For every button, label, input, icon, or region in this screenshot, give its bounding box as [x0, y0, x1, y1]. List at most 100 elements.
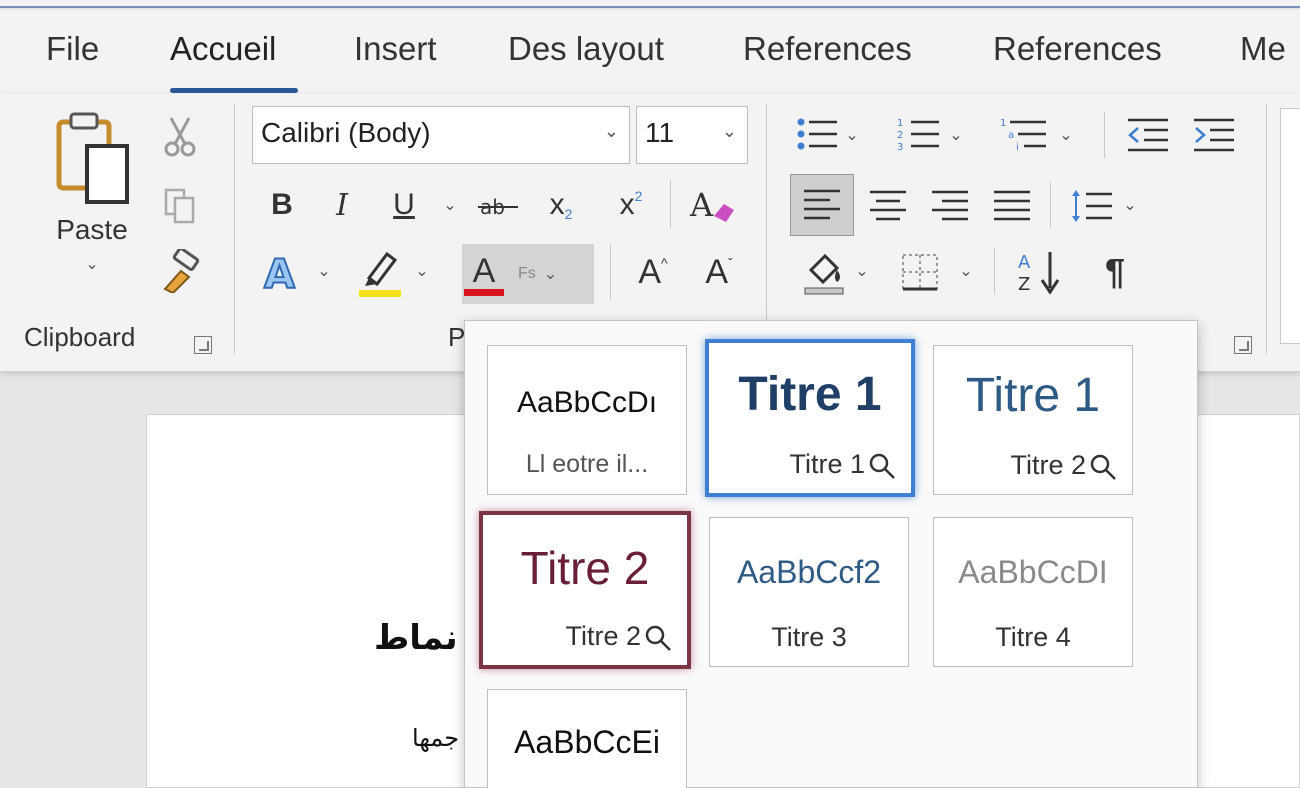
- align-left-button[interactable]: [790, 174, 854, 236]
- subscript-button[interactable]: x2: [536, 180, 586, 230]
- subscript-mark-icon: 2: [564, 206, 573, 222]
- group-separator: [994, 248, 995, 294]
- shading-chevron-icon[interactable]: ⌄: [852, 256, 872, 286]
- clipboard-launcher-icon[interactable]: [194, 336, 212, 354]
- format-painter-button[interactable]: [156, 246, 206, 296]
- svg-text:Z: Z: [1018, 274, 1030, 295]
- word-window: File Accueil Insert Des layout Reference…: [0, 0, 1300, 788]
- increase-indent-button[interactable]: [1186, 110, 1242, 158]
- underline-chevron-icon[interactable]: ⌄: [440, 190, 460, 220]
- font-size-select[interactable]: 11 ⌄: [636, 106, 748, 164]
- group-separator: [1104, 112, 1105, 158]
- italic-button[interactable]: I: [322, 180, 362, 230]
- borders-button[interactable]: [892, 244, 948, 300]
- highlight-button[interactable]: [352, 244, 408, 300]
- active-tab-indicator: [170, 88, 298, 93]
- superscript-letter: x: [619, 188, 635, 221]
- paragraph-launcher-icon[interactable]: [1234, 336, 1252, 354]
- format-painter-icon: [163, 249, 200, 293]
- style-name: Titre 4: [995, 622, 1071, 652]
- style-preview: Titre 1: [965, 369, 1101, 422]
- borders-chevron-icon[interactable]: ⌄: [956, 256, 976, 286]
- bullets-chevron-icon[interactable]: ⌄: [842, 120, 862, 150]
- tab-references-2[interactable]: References: [993, 30, 1162, 68]
- style-tile-more[interactable]: AaBbCcEi: [487, 689, 687, 788]
- shading-button[interactable]: [796, 244, 852, 300]
- strikethrough-button[interactable]: ab: [476, 184, 520, 228]
- multilevel-chevron-icon[interactable]: ⌄: [1056, 120, 1076, 150]
- decrease-indent-button[interactable]: [1120, 110, 1176, 158]
- font-color-bar-icon: [464, 288, 504, 296]
- search-icon[interactable]: [643, 623, 673, 653]
- style-tile-titre1[interactable]: Titre 1 Titre 2: [933, 345, 1133, 495]
- tab-file[interactable]: File: [46, 30, 99, 68]
- search-icon[interactable]: [1088, 452, 1118, 482]
- svg-text:A: A: [689, 186, 714, 224]
- title-strip: [0, 0, 1300, 8]
- multilevel-list-button[interactable]: 1ai: [996, 110, 1052, 158]
- align-left-icon: [804, 189, 840, 220]
- style-preview: Titre 2: [520, 542, 650, 594]
- styles-gallery-edge: [1280, 108, 1300, 344]
- style-tile-titre3[interactable]: AaBbCcf2 Titre 3: [709, 517, 909, 667]
- paste-icon: [56, 112, 129, 204]
- superscript-button[interactable]: x2: [606, 180, 656, 230]
- search-icon[interactable]: [867, 451, 897, 481]
- cut-button[interactable]: [158, 112, 202, 160]
- style-tile-titre1-selected[interactable]: Titre 1 Titre 1: [705, 339, 915, 497]
- tab-references[interactable]: References: [743, 30, 912, 68]
- group-separator: [670, 180, 671, 228]
- line-spacing-button[interactable]: [1064, 178, 1120, 234]
- sort-button[interactable]: A Z: [1010, 244, 1070, 300]
- svg-text:i: i: [1016, 142, 1019, 153]
- text-effects-icon: A: [263, 251, 296, 296]
- font-family-value: Calibri (Body): [261, 117, 431, 148]
- font-color-button[interactable]: A Fs ⌄: [462, 244, 594, 304]
- text-effects-button[interactable]: A: [254, 244, 314, 300]
- svg-text:2: 2: [897, 130, 903, 141]
- style-preview: AaBbCcDı: [516, 386, 658, 419]
- tab-accueil[interactable]: Accueil: [170, 30, 276, 68]
- strikethrough-icon: ab: [478, 195, 518, 219]
- text-effects-chevron-icon[interactable]: ⌄: [314, 256, 334, 286]
- align-right-button[interactable]: [922, 178, 978, 234]
- shrink-font-button[interactable]: Aˇ: [694, 244, 744, 300]
- numbering-button[interactable]: 123: [894, 110, 944, 158]
- scissors-icon: [164, 117, 196, 157]
- paste-label: Paste: [56, 214, 128, 245]
- style-tile-titre2-selected[interactable]: Titre 2 Titre 2: [479, 511, 691, 669]
- font-family-select[interactable]: Calibri (Body) ⌄: [252, 106, 630, 164]
- tab-design[interactable]: Des layout: [508, 30, 664, 68]
- numbering-chevron-icon[interactable]: ⌄: [946, 120, 966, 150]
- bold-button[interactable]: B: [262, 180, 302, 230]
- font-color-chevron-icon[interactable]: ⌄: [544, 264, 557, 284]
- show-paragraph-marks-button[interactable]: ¶: [1090, 244, 1140, 300]
- line-spacing-chevron-icon[interactable]: ⌄: [1120, 190, 1140, 220]
- highlight-chevron-icon[interactable]: ⌄: [412, 256, 432, 286]
- document-paragraph: جمها: [412, 724, 460, 752]
- clear-formatting-button[interactable]: A: [684, 180, 740, 232]
- underline-button[interactable]: U: [384, 180, 424, 230]
- font-group-label: P: [448, 322, 466, 352]
- copy-button[interactable]: [158, 184, 202, 228]
- justify-button[interactable]: [984, 178, 1040, 234]
- grow-font-button[interactable]: A ^: [628, 244, 678, 300]
- style-tile-normal[interactable]: AaBbCcDı Ll eotre il...: [487, 345, 687, 495]
- align-center-button[interactable]: [860, 178, 916, 234]
- borders-icon: [902, 254, 938, 291]
- tab-insert[interactable]: Insert: [354, 30, 437, 68]
- paste-button[interactable]: Paste ⌄: [42, 108, 142, 308]
- style-name: Ll eotre il...: [525, 450, 649, 478]
- grow-font-letter: A: [638, 252, 662, 291]
- shrink-font-caret-icon: ˇ: [728, 255, 733, 271]
- style-tile-titre4[interactable]: AaBbCcDI Titre 4: [933, 517, 1133, 667]
- bullets-button[interactable]: [792, 110, 842, 158]
- paste-dropdown-chevron-icon[interactable]: ⌄: [85, 254, 98, 274]
- superscript-mark-icon: 2: [634, 188, 643, 204]
- tab-more[interactable]: Me: [1240, 30, 1286, 68]
- style-preview: AaBbCcDI: [958, 554, 1108, 590]
- grow-font-caret-icon: ^: [661, 255, 668, 271]
- increase-indent-icon: [1194, 118, 1234, 152]
- line-spacing-icon: [1072, 190, 1112, 222]
- decrease-indent-icon: [1128, 118, 1168, 152]
